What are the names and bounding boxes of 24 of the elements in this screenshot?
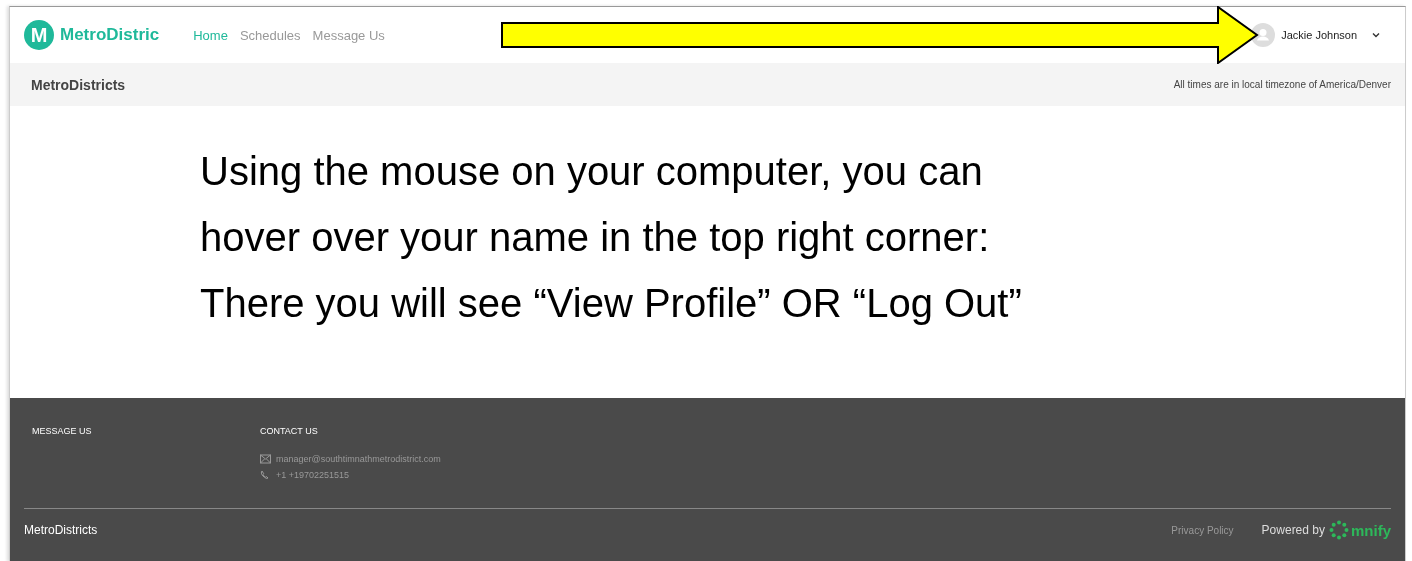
- powered-brand: mnify: [1351, 521, 1391, 539]
- privacy-link[interactable]: Privacy Policy: [1171, 524, 1234, 536]
- nav-link[interactable]: Home: [193, 27, 228, 43]
- powered-by-text: Powered by: [1261, 523, 1325, 537]
- footer-heading: CONTACT US: [260, 426, 318, 436]
- page-title: MetroDistricts: [31, 76, 126, 93]
- dot-ring-icon: [1329, 520, 1349, 540]
- avatar-icon[interactable]: [1251, 23, 1276, 47]
- footer-heading: MESSAGE US: [32, 426, 92, 436]
- phone-icon: [260, 470, 271, 480]
- user-name[interactable]: Jackie Johnson: [1281, 29, 1357, 41]
- instruction-text: There you will see “View Profile” OR “Log Out”: [200, 280, 1023, 327]
- timezone-note: All times are in local timezone of America/Denver: [1173, 79, 1391, 90]
- contact-phone: +1 +19702251515: [276, 470, 350, 480]
- instruction-text: Using the mouse on your computer, you can: [200, 148, 984, 195]
- nav-link[interactable]: Schedules: [239, 27, 301, 43]
- contact-email: manager@southtimnathmetrodistrict.com: [276, 454, 441, 464]
- mail-icon: [260, 454, 271, 464]
- brand-name: MetroDistric: [60, 25, 160, 45]
- footer-site-name: MetroDistricts: [24, 523, 98, 537]
- instruction-text: hover over your name in the top right corner:: [200, 214, 991, 261]
- nav-link[interactable]: Message Us: [312, 27, 385, 43]
- caret-icon[interactable]: [1371, 31, 1381, 39]
- logo-icon: M: [24, 20, 54, 50]
